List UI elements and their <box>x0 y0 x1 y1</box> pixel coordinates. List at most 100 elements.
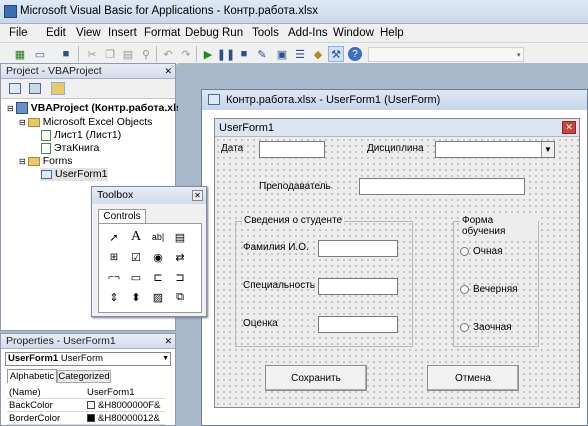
tab-controls[interactable]: Controls <box>98 209 146 224</box>
tree-sheet1[interactable]: Лист1 (Лист1) <box>41 129 121 142</box>
close-icon[interactable]: ✕ <box>562 121 576 134</box>
menu-run[interactable]: Run <box>222 27 243 39</box>
frame-student-caption: Сведения о студенте <box>242 215 345 226</box>
tab-categorized[interactable]: Categorized <box>57 370 111 383</box>
frame-study-form: Форма обучения Очная Вечерняя Заочная <box>453 215 539 347</box>
tabstrip-tool-icon[interactable]: ⊏ <box>149 268 167 286</box>
option-evening[interactable]: Вечерняя <box>460 284 518 295</box>
object-selector[interactable]: UserForm1 UserForm ▼ <box>5 352 171 366</box>
save-icon[interactable]: ■ <box>58 46 74 62</box>
chevron-down-icon[interactable]: ▼ <box>541 142 554 157</box>
userform-canvas[interactable]: UserForm1 ✕ Дата Дисциплина ▼ Преподават… <box>214 118 580 408</box>
toolbar-options-icon[interactable]: ▾ <box>517 51 521 59</box>
close-icon[interactable]: ✕ <box>164 336 172 347</box>
redo-icon[interactable]: ↷ <box>178 46 194 62</box>
menu-edit[interactable]: Edit <box>46 27 66 39</box>
userform-icon <box>41 169 52 179</box>
help-icon[interactable]: ? <box>348 47 362 61</box>
menu-window[interactable]: Window <box>333 27 374 39</box>
grade-textbox[interactable] <box>318 316 398 333</box>
menu-addins[interactable]: Add-Ins <box>288 27 328 39</box>
run-icon[interactable]: ▶ <box>200 46 216 62</box>
project-toolbar <box>1 79 175 99</box>
designer-title: Контр.работа.xlsx - UserForm1 (UserForm) <box>202 90 587 110</box>
discipline-combobox[interactable]: ▼ <box>435 141 555 158</box>
toggle-folders-icon[interactable] <box>51 82 65 95</box>
spinbutton-tool-icon[interactable]: ⬍ <box>127 288 145 306</box>
folder-icon <box>27 156 40 166</box>
property-row[interactable]: BorderColor &H80000012& <box>7 412 165 425</box>
menu-view[interactable]: View <box>76 27 101 39</box>
option-fulltime[interactable]: Очная <box>460 246 503 257</box>
option-correspondence[interactable]: Заочная <box>460 322 512 333</box>
find-icon[interactable]: ⚲ <box>138 46 154 62</box>
design-mode-icon[interactable]: ✎ <box>254 46 270 62</box>
properties-window-icon[interactable]: ☰ <box>292 46 308 62</box>
multipage-tool-icon[interactable]: ⊐ <box>171 268 189 286</box>
reset-icon[interactable]: ■ <box>236 46 252 62</box>
collapse-icon[interactable]: ⊟ <box>19 157 26 166</box>
close-icon[interactable]: ✕ <box>192 190 203 201</box>
cancel-button[interactable]: Отмена <box>427 365 519 391</box>
collapse-icon[interactable]: ⊟ <box>19 118 26 127</box>
tree-userform1[interactable]: UserForm1 <box>41 168 108 181</box>
cut-icon[interactable]: ✂ <box>84 46 100 62</box>
menu-insert[interactable]: Insert <box>108 27 137 39</box>
commandbutton-tool-icon[interactable]: ▭ <box>127 268 145 286</box>
toolbox-controls-grid: ➚ A ab| ▤ ⊞ ☑ ◉ ⇄ ⌐¬ ▭ ⊏ ⊐ ⇕ ⬍ ▨ ⧉ <box>98 223 202 313</box>
toolbar-separator <box>78 46 79 62</box>
menu-bar: File Edit View Insert Format Debug Run T… <box>0 24 588 43</box>
menu-file[interactable]: File <box>9 27 28 39</box>
view-object-icon[interactable] <box>29 83 41 94</box>
toolbox-title: Toolbox <box>92 187 206 204</box>
properties-window: Properties - UserForm1 ✕ UserForm1 UserF… <box>0 333 176 426</box>
object-browser-icon[interactable]: ◆ <box>310 46 326 62</box>
menu-debug[interactable]: Debug <box>185 27 219 39</box>
checkbox-tool-icon[interactable]: ☑ <box>127 248 145 266</box>
teacher-textbox[interactable] <box>359 178 525 195</box>
label-name: Фамилия И.О. <box>243 242 309 253</box>
property-row[interactable]: BackColor &H8000000F& <box>7 399 165 412</box>
project-pane-title: Project - VBAProject <box>1 64 175 79</box>
date-textbox[interactable] <box>259 141 325 158</box>
tree-forms[interactable]: ⊟ Forms <box>19 155 72 168</box>
menu-tools[interactable]: Tools <box>252 27 279 39</box>
label-tool-icon[interactable]: A <box>127 228 145 246</box>
insert-userform-icon[interactable]: ▭ <box>32 46 48 62</box>
collapse-icon[interactable]: ⊟ <box>7 104 14 113</box>
tree-vbaproject[interactable]: ⊟ VBAProject (Контр.работа.xls <box>7 102 182 115</box>
userform-caption: UserForm1 <box>215 119 579 137</box>
paste-icon[interactable]: ▤ <box>120 46 136 62</box>
radio-icon <box>460 322 469 332</box>
property-row[interactable]: (Name) UserForm1 <box>7 386 165 399</box>
name-textbox[interactable] <box>318 240 398 257</box>
togglebutton-tool-icon[interactable]: ⇄ <box>171 248 189 266</box>
view-excel-icon[interactable]: ▦ <box>12 46 28 62</box>
frame-tool-icon[interactable]: ⌐¬ <box>105 268 123 286</box>
refedit-tool-icon[interactable]: ⧉ <box>171 288 189 306</box>
save-button[interactable]: Сохранить <box>265 365 367 391</box>
tree-excel-objects[interactable]: ⊟ Microsoft Excel Objects <box>19 116 152 129</box>
tree-workbook[interactable]: ЭтаКнига <box>41 142 99 155</box>
optionbutton-tool-icon[interactable]: ◉ <box>149 248 167 266</box>
radio-icon <box>460 284 469 294</box>
scrollbar-tool-icon[interactable]: ⇕ <box>105 288 123 306</box>
undo-icon[interactable]: ↶ <box>160 46 176 62</box>
menu-help[interactable]: Help <box>380 27 404 39</box>
specialty-textbox[interactable] <box>318 278 398 295</box>
vbaproject-icon <box>15 102 28 115</box>
tab-alphabetic[interactable]: Alphabetic <box>7 369 57 383</box>
toolbox-icon[interactable]: ⚒ <box>328 46 344 62</box>
listbox-tool-icon[interactable]: ⊞ <box>105 248 123 266</box>
select-pointer-icon[interactable]: ➚ <box>105 228 123 246</box>
combobox-tool-icon[interactable]: ▤ <box>171 228 189 246</box>
copy-icon[interactable]: ❐ <box>102 46 118 62</box>
menu-format[interactable]: Format <box>144 27 180 39</box>
project-explorer-icon[interactable]: ▣ <box>274 46 290 62</box>
textbox-tool-icon[interactable]: ab| <box>149 228 167 246</box>
break-icon[interactable]: ❚❚ <box>217 46 235 62</box>
toolbox-window: Toolbox ✕ Controls ➚ A ab| ▤ ⊞ ☑ ◉ ⇄ ⌐¬ … <box>91 186 207 317</box>
close-icon[interactable]: ✕ <box>164 66 172 77</box>
image-tool-icon[interactable]: ▨ <box>149 288 167 306</box>
view-code-icon[interactable] <box>9 83 21 94</box>
